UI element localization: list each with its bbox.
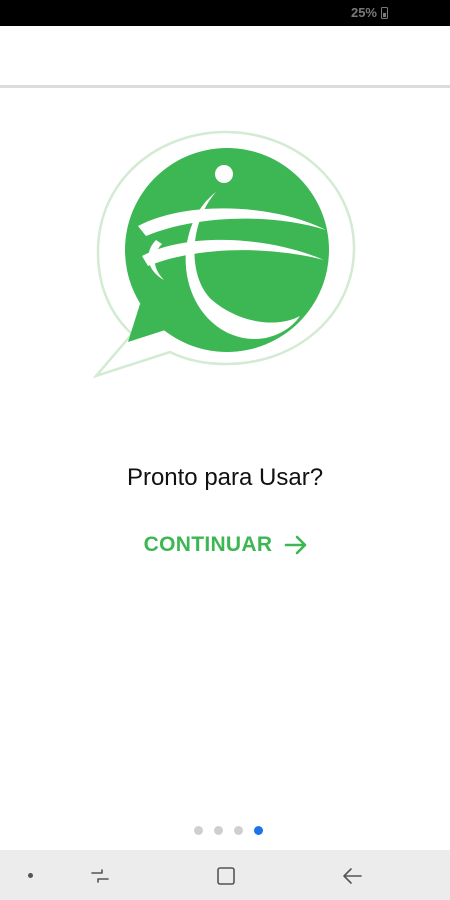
continue-button[interactable]: CONTINUAR [126,525,326,565]
back-icon[interactable] [340,864,364,888]
battery-icon [381,6,388,19]
page-dot-4-active[interactable] [253,826,263,835]
header-divider [0,85,450,88]
logo-dot [215,165,233,183]
continue-label: CONTINUAR [143,533,273,556]
app-header [0,26,450,85]
page-dot-1[interactable] [193,826,203,835]
page-indicator [0,826,450,836]
recent-apps-icon[interactable] [88,864,112,888]
status-bar: 25% [0,0,450,26]
home-icon[interactable] [214,864,238,888]
onboarding-headline: Pronto para Usar? [126,464,324,491]
app-logo [92,130,356,379]
battery-percent: 25% [350,5,377,20]
nav-dot-indicator [28,873,33,878]
arrow-right-icon [285,535,307,555]
status-indicators: 25% [351,5,388,20]
page-dot-3[interactable] [233,826,243,835]
page-dot-2[interactable] [213,826,223,835]
